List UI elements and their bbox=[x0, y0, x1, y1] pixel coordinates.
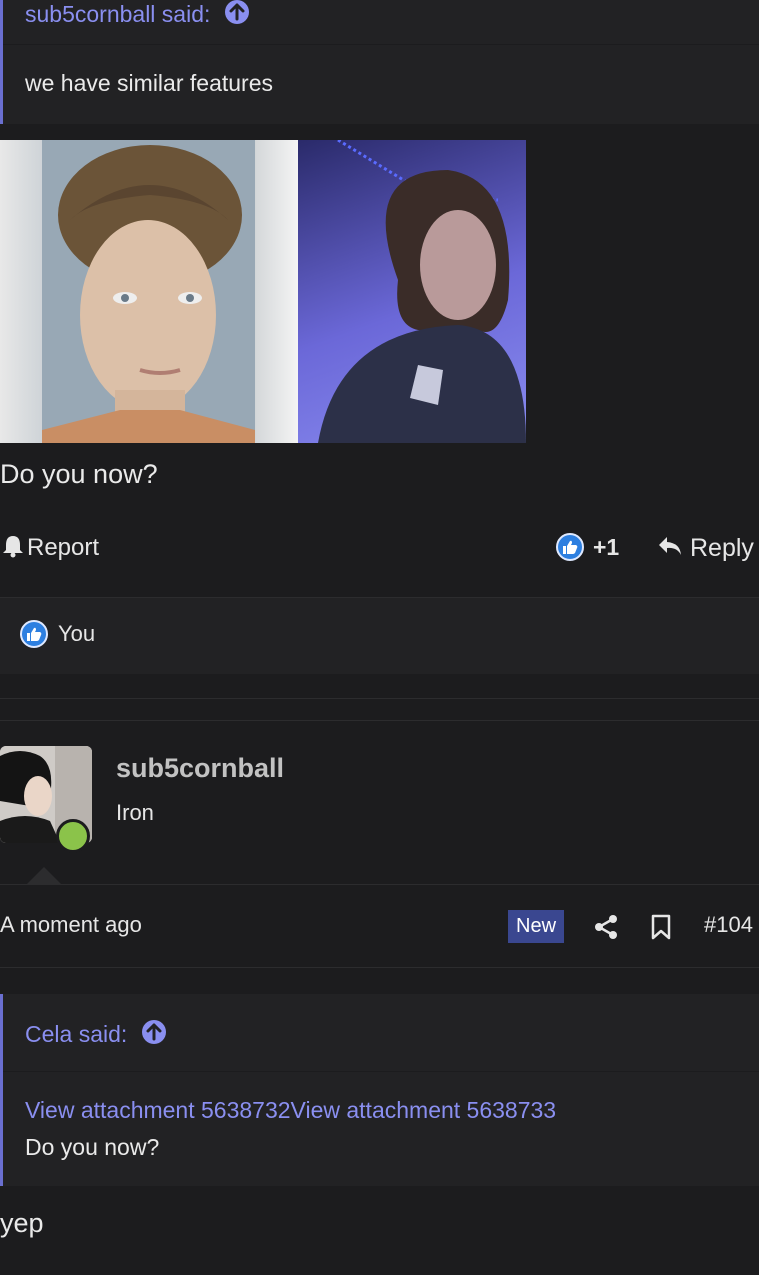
caret bbox=[26, 867, 62, 885]
quote-text: Do you now? bbox=[25, 1134, 160, 1160]
like-icon bbox=[556, 533, 584, 561]
post-body: Do you now? bbox=[0, 459, 158, 489]
quote-text: we have similar features bbox=[25, 70, 273, 96]
quote-header[interactable]: sub5cornball said: bbox=[25, 0, 250, 36]
attachment-link[interactable]: View attachment 5638733 bbox=[291, 1097, 557, 1123]
user-title: Iron bbox=[116, 800, 154, 825]
divider bbox=[0, 698, 759, 699]
like-count: +1 bbox=[593, 533, 620, 560]
attachment-image-selfie[interactable] bbox=[298, 140, 526, 443]
report-button[interactable]: Report bbox=[2, 533, 99, 563]
post-timestamp[interactable]: A moment ago bbox=[0, 912, 142, 938]
quote-block: sub5cornball said: we have similar featu… bbox=[0, 0, 759, 124]
report-label: Report bbox=[27, 534, 100, 561]
quote-author[interactable]: sub5cornball said: bbox=[25, 1, 210, 28]
divider bbox=[0, 720, 759, 721]
share-icon[interactable] bbox=[594, 914, 618, 945]
online-status-dot bbox=[56, 819, 90, 853]
username[interactable]: sub5cornball bbox=[116, 753, 284, 784]
quote-bar bbox=[0, 0, 3, 124]
post-meta-bar: A moment ago New #104 bbox=[0, 867, 759, 968]
reply-icon bbox=[657, 535, 683, 562]
quote-header[interactable]: Cela said: bbox=[25, 1012, 167, 1056]
attachment-link[interactable]: View attachment 5638732 bbox=[25, 1097, 291, 1123]
bell-icon bbox=[2, 534, 24, 563]
attachment-links: View attachment 5638732View attachment 5… bbox=[25, 1097, 556, 1124]
arrow-up-circle-icon[interactable] bbox=[141, 1019, 167, 1050]
attachment-image-mugshot[interactable] bbox=[0, 140, 298, 443]
quote-author[interactable]: Cela said: bbox=[25, 1021, 127, 1048]
quote-bar bbox=[0, 994, 3, 1186]
post-number[interactable]: #104 bbox=[704, 912, 753, 938]
new-badge: New bbox=[508, 910, 565, 943]
reply-button[interactable]: Reply bbox=[657, 533, 754, 563]
post-body: yep bbox=[0, 1208, 44, 1238]
arrow-up-circle-icon[interactable] bbox=[224, 0, 250, 30]
like-button[interactable]: +1 bbox=[556, 531, 619, 563]
quote-block: Cela said: View attachment 5638732View a… bbox=[0, 994, 759, 1186]
reply-label: Reply bbox=[690, 533, 754, 562]
bookmark-icon[interactable] bbox=[651, 914, 671, 945]
reactions-user[interactable]: You bbox=[58, 621, 95, 647]
reactions-bar[interactable]: You bbox=[0, 598, 759, 674]
like-icon bbox=[20, 620, 48, 648]
